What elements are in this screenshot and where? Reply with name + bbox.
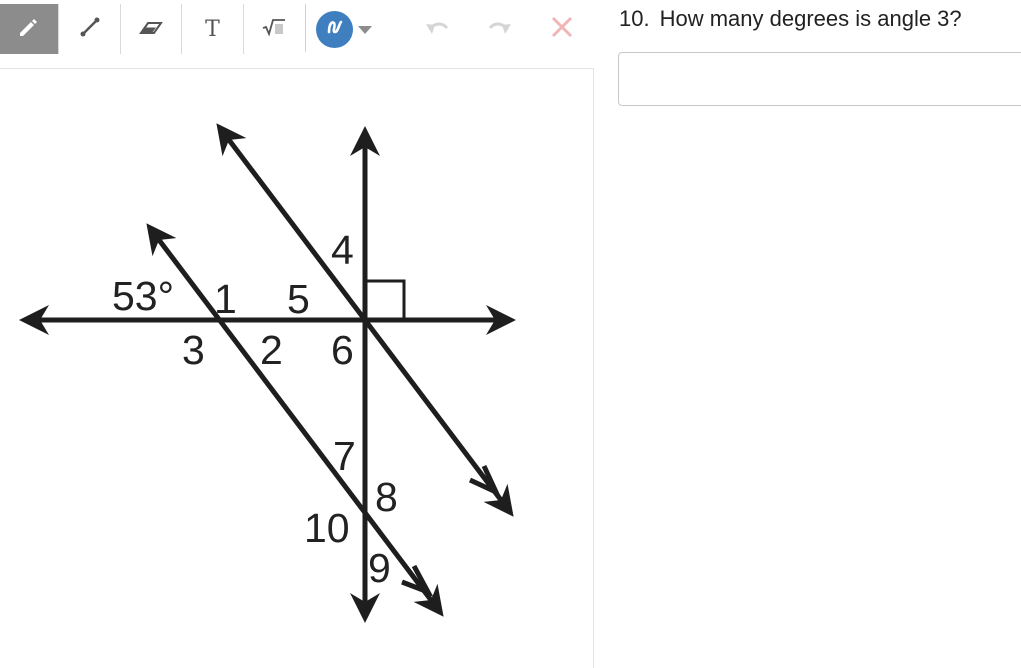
angle-label-8: 8	[375, 474, 398, 520]
angle-label-4: 4	[331, 227, 354, 273]
angle-label-3: 3	[182, 327, 205, 373]
given-angle-label: 53°	[112, 273, 174, 319]
answer-input[interactable]	[619, 53, 1021, 105]
angle-label-2: 2	[260, 327, 283, 373]
question-prompt: 10. How many degrees is angle 3?	[619, 6, 962, 32]
question-number: 10.	[619, 6, 650, 31]
angle-label-10: 10	[304, 505, 350, 551]
answer-box[interactable]	[618, 52, 1021, 106]
angle-label-5: 5	[287, 276, 310, 322]
angle-label-9: 9	[368, 545, 391, 591]
geometry-figure: 53° 1 5 4 3 2 6 7 8 10 9	[18, 123, 516, 623]
angle-label-6: 6	[331, 327, 354, 373]
angle-label-1: 1	[214, 276, 237, 322]
angle-label-7: 7	[333, 433, 356, 479]
question-text: How many degrees is angle 3?	[659, 6, 962, 31]
right-angle-mark	[367, 279, 406, 318]
